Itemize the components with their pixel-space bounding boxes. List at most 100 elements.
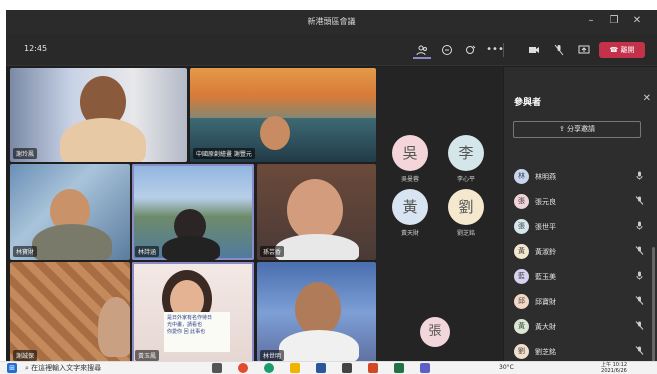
avatar[interactable]: 黃 [392, 189, 428, 225]
mic-off-icon[interactable] [550, 41, 568, 59]
mic-icon[interactable] [635, 271, 644, 282]
excel-icon[interactable] [394, 363, 404, 373]
search-icon: ⌕ [25, 364, 29, 372]
mic-muted-icon[interactable] [635, 346, 644, 357]
video-tile-speaking[interactable]: 是日外家有名作待日 光中畫，請看也 你愛你 回 此事也 黃玉鳳 [132, 262, 254, 364]
participant-silhouette [32, 224, 112, 260]
participant-name: 劉芝銘 [535, 348, 556, 356]
video-name-label: 謝誠保 [13, 350, 38, 361]
powerpoint-icon[interactable] [368, 363, 378, 373]
word-icon[interactable] [316, 363, 326, 373]
participant-avatar: 張 [514, 219, 529, 234]
participant-name: 林明燕 [535, 173, 556, 181]
clock: 上午 10:12 2021/6/26 [596, 362, 632, 374]
taskbar: ⊞ ⌕ 在這裡輸入文字來搜尋 30°C 上午 10:12 2021/6/26 [0, 361, 657, 374]
file-explorer-icon[interactable] [290, 363, 300, 373]
avatar[interactable]: 劉 [448, 189, 484, 225]
participant-silhouette [295, 282, 341, 336]
avatar-initial: 劉 [458, 198, 474, 216]
clock-date: 2021/6/26 [601, 368, 627, 374]
mic-muted-icon[interactable] [635, 296, 644, 307]
participant-avatar: 劉 [514, 344, 529, 359]
reactions-icon[interactable] [462, 41, 480, 59]
avatar-initial: 李 [458, 144, 474, 162]
people-icon[interactable] [413, 41, 431, 59]
camera-off-icon[interactable] [525, 41, 543, 59]
participant-silhouette [287, 179, 343, 241]
maximize-button[interactable]: ❐ [607, 15, 621, 26]
video-tile[interactable]: 中國原創繪畫 謝豐元 [190, 68, 376, 162]
avatar[interactable]: 李 [448, 135, 484, 171]
participant-row[interactable]: 張張元良 [510, 191, 648, 213]
participant-avatar: 張 [514, 194, 529, 209]
participant-silhouette [275, 234, 359, 260]
participant-row[interactable]: 林林明燕 [510, 166, 648, 188]
avatar-area: 吳 吳曼蓉 李 李心平 黃 黃天財 劉 劉芝銘 張 [376, 67, 503, 374]
participant-row[interactable]: 藍藍玉美 [510, 266, 648, 288]
close-icon[interactable]: ✕ [643, 93, 651, 104]
avatar[interactable]: 張 [420, 317, 450, 347]
participant-name: 黃淑鈴 [535, 248, 556, 256]
store-icon[interactable] [342, 363, 352, 373]
participant-avatar: 邱 [514, 294, 529, 309]
video-name-label: 黃玉鳳 [135, 350, 160, 361]
leave-button[interactable]: ☎ 離開 [599, 42, 645, 58]
video-tile[interactable]: 孫芸香 [257, 164, 376, 260]
participants-panel: 參與者 ✕ ⇪ 分享邀請 林林明燕張張元良張張世平黃黃淑鈴藍藍玉美邱邱寶財黃黃大… [504, 67, 657, 374]
windows-start-icon[interactable]: ⊞ [7, 363, 17, 373]
participant-row[interactable]: 黃黃淑鈴 [510, 241, 648, 263]
participant-silhouette [162, 236, 220, 260]
participant-row[interactable]: 張張世平 [510, 216, 648, 238]
chrome-icon[interactable] [238, 363, 248, 373]
mic-muted-icon[interactable] [635, 321, 644, 332]
mic-icon[interactable] [635, 221, 644, 232]
video-name-label: 孫芸香 [260, 246, 285, 257]
participant-silhouette [98, 297, 130, 357]
teams-window: 新港頭區會議 – ❐ ✕ 12:45 ••• ☎ 離開 謝玲鳳 中國原創繪畫 謝… [6, 10, 657, 374]
mic-icon[interactable] [635, 171, 644, 182]
toolbar-divider [503, 43, 504, 57]
avatar-name: 吳曼蓉 [400, 176, 419, 183]
video-tile-speaking[interactable]: 林詩涵 [132, 164, 254, 260]
participant-row[interactable]: 邱邱寶財 [510, 291, 648, 313]
more-icon[interactable]: ••• [486, 41, 504, 59]
avatar-initial: 張 [428, 324, 442, 339]
video-tile[interactable]: 林世明 [257, 262, 376, 364]
teams-icon[interactable] [420, 363, 430, 373]
chat-icon[interactable] [438, 41, 456, 59]
avatar-name: 劉芝銘 [456, 230, 475, 237]
participant-silhouette [260, 116, 290, 150]
close-window-button[interactable]: ✕ [630, 15, 644, 26]
leave-label: 離開 [620, 46, 635, 54]
participant-row[interactable]: 黃黃大財 [510, 316, 648, 338]
handwritten-note: 是日外家有名作待日 光中畫，請看也 你愛你 回 此事也 [164, 312, 230, 352]
share-invite-button[interactable]: ⇪ 分享邀請 [513, 121, 641, 138]
mic-muted-icon[interactable] [635, 246, 644, 257]
video-tile[interactable]: 謝誠保 [10, 262, 130, 364]
scrollbar[interactable] [652, 247, 655, 367]
panel-title: 參與者 [514, 98, 542, 108]
avatar[interactable]: 吳 [392, 135, 428, 171]
share-screen-icon[interactable] [575, 41, 593, 59]
participant-avatar: 林 [514, 169, 529, 184]
video-name-label: 林世明 [260, 350, 285, 361]
phone-icon: ☎ [609, 46, 619, 54]
avatar-name: 李心平 [456, 176, 475, 183]
video-name-label: 謝玲鳳 [13, 148, 38, 159]
video-tile[interactable]: 謝玲鳳 [10, 68, 187, 162]
window-title: 新港頭區會議 [307, 17, 356, 26]
avatar-name: 黃天財 [400, 230, 419, 237]
participant-name: 邱寶財 [535, 298, 556, 306]
edge-icon[interactable] [264, 363, 274, 373]
participant-silhouette [60, 118, 146, 162]
mic-muted-icon[interactable] [635, 196, 644, 207]
minimize-button[interactable]: – [584, 15, 598, 26]
task-view-icon[interactable] [212, 363, 222, 373]
video-name-label: 林詩涵 [135, 246, 160, 257]
video-name-label: 中國原創繪畫 謝豐元 [193, 148, 255, 159]
participant-row[interactable]: 劉劉芝銘 [510, 341, 648, 363]
title-bar: 新港頭區會議 – ❐ ✕ [6, 10, 657, 34]
taskbar-search[interactable]: ⌕ 在這裡輸入文字來搜尋 [25, 363, 185, 374]
video-tile[interactable]: 林寶財 [10, 164, 130, 260]
avatar-initial: 黃 [402, 198, 418, 216]
